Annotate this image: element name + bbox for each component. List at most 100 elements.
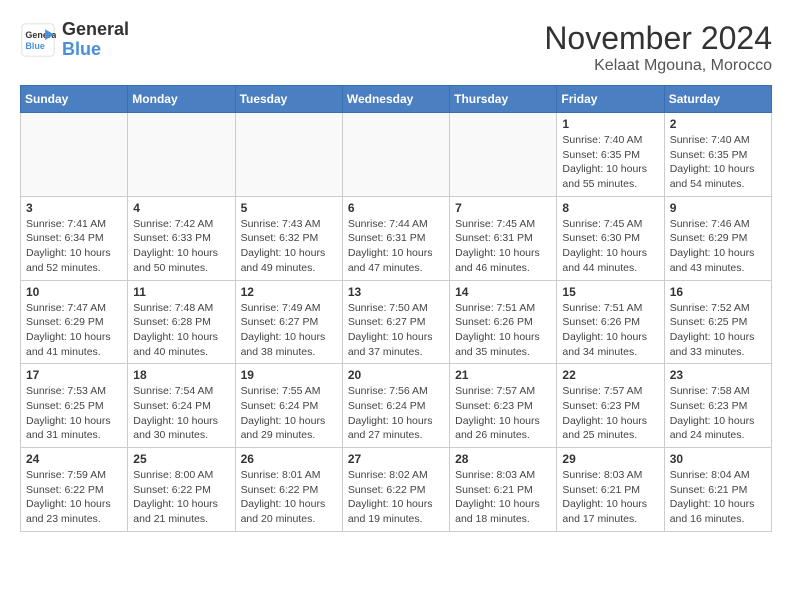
calendar-cell: 12 Sunrise: 7:49 AM Sunset: 6:27 PM Dayli…: [235, 280, 342, 364]
day-info: Sunrise: 7:44 AM Sunset: 6:31 PM Dayligh…: [348, 217, 444, 276]
weekday-header-sunday: Sunday: [21, 86, 128, 113]
day-info: Sunrise: 8:04 AM Sunset: 6:21 PM Dayligh…: [670, 468, 766, 527]
day-number: 6: [348, 201, 444, 215]
day-info: Sunrise: 7:41 AM Sunset: 6:34 PM Dayligh…: [26, 217, 122, 276]
day-number: 4: [133, 201, 229, 215]
day-number: 13: [348, 285, 444, 299]
day-number: 19: [241, 368, 337, 382]
calendar-cell: 8 Sunrise: 7:45 AM Sunset: 6:30 PM Daylig…: [557, 196, 664, 280]
day-info: Sunrise: 7:47 AM Sunset: 6:29 PM Dayligh…: [26, 301, 122, 360]
day-number: 17: [26, 368, 122, 382]
day-info: Sunrise: 7:58 AM Sunset: 6:23 PM Dayligh…: [670, 384, 766, 443]
day-number: 11: [133, 285, 229, 299]
day-number: 2: [670, 117, 766, 131]
day-number: 27: [348, 452, 444, 466]
day-info: Sunrise: 7:57 AM Sunset: 6:23 PM Dayligh…: [455, 384, 551, 443]
day-info: Sunrise: 7:48 AM Sunset: 6:28 PM Dayligh…: [133, 301, 229, 360]
day-info: Sunrise: 7:46 AM Sunset: 6:29 PM Dayligh…: [670, 217, 766, 276]
calendar-cell: [128, 113, 235, 197]
weekday-header-friday: Friday: [557, 86, 664, 113]
day-number: 24: [26, 452, 122, 466]
day-info: Sunrise: 7:54 AM Sunset: 6:24 PM Dayligh…: [133, 384, 229, 443]
day-number: 7: [455, 201, 551, 215]
day-number: 30: [670, 452, 766, 466]
calendar-cell: 14 Sunrise: 7:51 AM Sunset: 6:26 PM Dayli…: [450, 280, 557, 364]
calendar-week-4: 17 Sunrise: 7:53 AM Sunset: 6:25 PM Dayli…: [21, 364, 772, 448]
calendar-cell: 27 Sunrise: 8:02 AM Sunset: 6:22 PM Dayli…: [342, 448, 449, 532]
calendar-cell: 4 Sunrise: 7:42 AM Sunset: 6:33 PM Daylig…: [128, 196, 235, 280]
day-info: Sunrise: 7:56 AM Sunset: 6:24 PM Dayligh…: [348, 384, 444, 443]
day-number: 14: [455, 285, 551, 299]
day-info: Sunrise: 7:45 AM Sunset: 6:31 PM Dayligh…: [455, 217, 551, 276]
calendar-cell: 30 Sunrise: 8:04 AM Sunset: 6:21 PM Dayli…: [664, 448, 771, 532]
day-number: 21: [455, 368, 551, 382]
day-number: 9: [670, 201, 766, 215]
calendar-week-3: 10 Sunrise: 7:47 AM Sunset: 6:29 PM Dayli…: [21, 280, 772, 364]
day-info: Sunrise: 7:42 AM Sunset: 6:33 PM Dayligh…: [133, 217, 229, 276]
calendar-week-1: 1 Sunrise: 7:40 AM Sunset: 6:35 PM Daylig…: [21, 113, 772, 197]
day-info: Sunrise: 7:59 AM Sunset: 6:22 PM Dayligh…: [26, 468, 122, 527]
day-info: Sunrise: 8:03 AM Sunset: 6:21 PM Dayligh…: [455, 468, 551, 527]
day-number: 8: [562, 201, 658, 215]
weekday-header-tuesday: Tuesday: [235, 86, 342, 113]
calendar-cell: 2Sunrise: 7:40 AM Sunset: 6:35 PM Daylig…: [664, 113, 771, 197]
logo: General Blue General Blue: [20, 20, 129, 60]
day-info: Sunrise: 8:01 AM Sunset: 6:22 PM Dayligh…: [241, 468, 337, 527]
day-info: Sunrise: 7:40 AM Sunset: 6:35 PM Dayligh…: [562, 133, 658, 192]
calendar-cell: 5 Sunrise: 7:43 AM Sunset: 6:32 PM Daylig…: [235, 196, 342, 280]
calendar-cell: 1 Sunrise: 7:40 AM Sunset: 6:35 PM Daylig…: [557, 113, 664, 197]
day-number: 10: [26, 285, 122, 299]
calendar-cell: 6 Sunrise: 7:44 AM Sunset: 6:31 PM Daylig…: [342, 196, 449, 280]
weekday-header-row: SundayMondayTuesdayWednesdayThursdayFrid…: [21, 86, 772, 113]
calendar-cell: 11 Sunrise: 7:48 AM Sunset: 6:28 PM Dayli…: [128, 280, 235, 364]
day-number: 25: [133, 452, 229, 466]
calendar-cell: 26 Sunrise: 8:01 AM Sunset: 6:22 PM Dayli…: [235, 448, 342, 532]
calendar-cell: 25Sunrise: 8:00 AM Sunset: 6:22 PM Dayli…: [128, 448, 235, 532]
day-info: Sunrise: 8:02 AM Sunset: 6:22 PM Dayligh…: [348, 468, 444, 527]
calendar-cell: 22Sunrise: 7:57 AM Sunset: 6:23 PM Dayli…: [557, 364, 664, 448]
calendar-week-5: 24 Sunrise: 7:59 AM Sunset: 6:22 PM Dayli…: [21, 448, 772, 532]
day-number: 1: [562, 117, 658, 131]
weekday-header-saturday: Saturday: [664, 86, 771, 113]
day-number: 16: [670, 285, 766, 299]
weekday-header-thursday: Thursday: [450, 86, 557, 113]
month-title: November 2024: [544, 20, 772, 57]
day-number: 22: [562, 368, 658, 382]
day-number: 28: [455, 452, 551, 466]
calendar-table: SundayMondayTuesdayWednesdayThursdayFrid…: [20, 85, 772, 532]
calendar-cell: 18 Sunrise: 7:54 AM Sunset: 6:24 PM Dayli…: [128, 364, 235, 448]
day-info: Sunrise: 7:49 AM Sunset: 6:27 PM Dayligh…: [241, 301, 337, 360]
calendar-cell: 10 Sunrise: 7:47 AM Sunset: 6:29 PM Dayli…: [21, 280, 128, 364]
calendar-cell: 28 Sunrise: 8:03 AM Sunset: 6:21 PM Dayli…: [450, 448, 557, 532]
weekday-header-monday: Monday: [128, 86, 235, 113]
day-number: 12: [241, 285, 337, 299]
day-number: 20: [348, 368, 444, 382]
day-info: Sunrise: 7:45 AM Sunset: 6:30 PM Dayligh…: [562, 217, 658, 276]
day-info: Sunrise: 7:55 AM Sunset: 6:24 PM Dayligh…: [241, 384, 337, 443]
logo-text: General Blue: [62, 20, 129, 60]
day-number: 26: [241, 452, 337, 466]
calendar-cell: 29Sunrise: 8:03 AM Sunset: 6:21 PM Dayli…: [557, 448, 664, 532]
calendar-cell: 3 Sunrise: 7:41 AM Sunset: 6:34 PM Daylig…: [21, 196, 128, 280]
day-info: Sunrise: 7:53 AM Sunset: 6:25 PM Dayligh…: [26, 384, 122, 443]
calendar-cell: 13Sunrise: 7:50 AM Sunset: 6:27 PM Dayli…: [342, 280, 449, 364]
calendar-cell: [450, 113, 557, 197]
day-number: 18: [133, 368, 229, 382]
day-info: Sunrise: 7:51 AM Sunset: 6:26 PM Dayligh…: [455, 301, 551, 360]
title-section: November 2024 Kelaat Mgouna, Morocco: [544, 20, 772, 75]
calendar-cell: [21, 113, 128, 197]
calendar-cell: 9 Sunrise: 7:46 AM Sunset: 6:29 PM Daylig…: [664, 196, 771, 280]
location: Kelaat Mgouna, Morocco: [544, 57, 772, 75]
day-info: Sunrise: 8:03 AM Sunset: 6:21 PM Dayligh…: [562, 468, 658, 527]
day-number: 3: [26, 201, 122, 215]
day-number: 5: [241, 201, 337, 215]
calendar-cell: 19 Sunrise: 7:55 AM Sunset: 6:24 PM Dayli…: [235, 364, 342, 448]
calendar-cell: [235, 113, 342, 197]
calendar-cell: [342, 113, 449, 197]
page-header: General Blue General Blue November 2024 …: [20, 20, 772, 75]
svg-text:Blue: Blue: [25, 41, 45, 51]
calendar-cell: 15Sunrise: 7:51 AM Sunset: 6:26 PM Dayli…: [557, 280, 664, 364]
day-info: Sunrise: 7:52 AM Sunset: 6:25 PM Dayligh…: [670, 301, 766, 360]
day-number: 15: [562, 285, 658, 299]
day-info: Sunrise: 7:43 AM Sunset: 6:32 PM Dayligh…: [241, 217, 337, 276]
